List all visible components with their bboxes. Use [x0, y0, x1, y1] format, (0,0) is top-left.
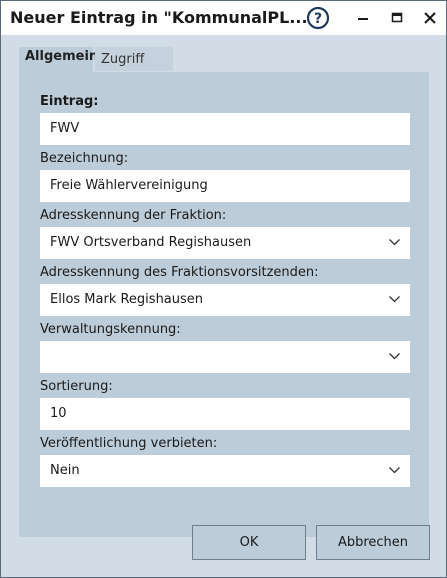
dialog-body: Allgemein Zugriff Eintrag: FWV Bezeichnu…	[1, 35, 446, 577]
chevron-down-icon[interactable]	[389, 296, 400, 303]
adresskennung-fraktion-label: Adresskennung der Fraktion:	[40, 208, 227, 223]
chevron-down-icon[interactable]	[389, 467, 400, 474]
tab-allgemein[interactable]: Allgemein	[19, 47, 98, 73]
veroeffentlichung-dropdown[interactable]: Nein	[40, 455, 410, 487]
sortierung-label: Sortierung:	[40, 379, 113, 394]
verwaltungskennung-label: Verwaltungskennung:	[40, 322, 181, 337]
maximize-icon[interactable]	[385, 6, 409, 30]
adresskennung-fraktion-dropdown[interactable]: FWV Ortsverband Regishausen	[40, 227, 410, 259]
window-title: Neuer Eintrag in "KommunalPL...	[10, 8, 308, 27]
chevron-down-icon[interactable]	[389, 353, 400, 360]
adresskennung-vorsitz-label: Adresskennung des Fraktionsvorsitzenden:	[40, 265, 319, 280]
title-bar[interactable]: Neuer Eintrag in "KommunalPL... ?	[1, 1, 446, 35]
chevron-down-icon[interactable]	[389, 239, 400, 246]
adresskennung-vorsitz-value: Ellos Mark Regishausen	[50, 292, 204, 307]
help-icon[interactable]: ?	[306, 6, 330, 30]
tab-zugriff[interactable]: Zugriff	[95, 47, 173, 71]
svg-text:?: ?	[314, 11, 322, 27]
adresskennung-vorsitz-dropdown[interactable]: Ellos Mark Regishausen	[40, 284, 410, 316]
verwaltungskennung-dropdown[interactable]	[40, 341, 410, 373]
eintrag-field[interactable]: FWV	[40, 113, 410, 145]
veroeffentlichung-value: Nein	[50, 463, 80, 478]
bezeichnung-label: Bezeichnung:	[40, 151, 129, 166]
veroeffentlichung-label: Veröffentlichung verbieten:	[40, 436, 218, 451]
minimize-icon[interactable]	[351, 6, 375, 30]
tab-panel-allgemein: Eintrag: FWV Bezeichnung: Freie Wählerve…	[19, 72, 429, 537]
adresskennung-fraktion-value: FWV Ortsverband Regishausen	[50, 235, 252, 250]
cancel-button[interactable]: Abbrechen	[316, 525, 430, 560]
bezeichnung-field[interactable]: Freie Wählervereinigung	[40, 170, 410, 202]
dialog-window: Neuer Eintrag in "KommunalPL... ? Allgem…	[0, 0, 447, 578]
eintrag-label: Eintrag:	[40, 94, 99, 109]
close-icon[interactable]	[418, 6, 442, 30]
sortierung-field[interactable]: 10	[40, 398, 410, 430]
ok-button[interactable]: OK	[192, 525, 306, 560]
